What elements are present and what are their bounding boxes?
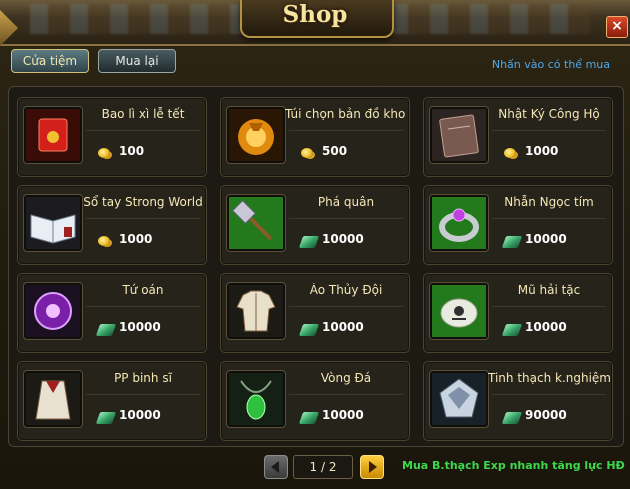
navy-coat-icon: [229, 285, 283, 337]
coin-icon: [98, 148, 110, 158]
item-icon-frame: [226, 194, 286, 252]
item-icon-frame: [23, 106, 83, 164]
shop-item-card[interactable]: Tứ oán 10000: [17, 273, 207, 353]
divider: [289, 394, 403, 395]
red-envelope-icon: [26, 109, 80, 161]
item-price: 500: [322, 144, 348, 158]
tab-shop[interactable]: Cửa tiệm: [11, 49, 89, 73]
item-price: 10000: [322, 320, 364, 334]
item-icon-frame: [226, 106, 286, 164]
item-icon-frame: [23, 194, 83, 252]
item-price: 10000: [322, 408, 364, 422]
jade-icon: [501, 236, 523, 248]
item-name: Nhật Ký Công Hộ: [498, 107, 600, 121]
jade-icon: [298, 412, 320, 424]
close-button[interactable]: ×: [606, 16, 628, 38]
divider: [86, 130, 200, 131]
item-name: Nhẫn Ngọc tím: [504, 195, 594, 209]
item-icon-frame: [429, 106, 489, 164]
item-price: 10000: [525, 232, 567, 246]
item-name: PP binh sĩ: [114, 371, 172, 385]
open-book-icon: [26, 197, 80, 249]
item-name: Áo Thủy Đội: [309, 283, 383, 297]
divider: [86, 306, 200, 307]
divider: [492, 130, 606, 131]
shop-item-card[interactable]: Mũ hải tặc 10000: [423, 273, 613, 353]
stone-necklace-icon: [229, 373, 283, 425]
purple-ring-icon: [432, 197, 486, 249]
item-price: 10000: [322, 232, 364, 246]
divider: [289, 306, 403, 307]
item-name: Tứ oán: [122, 283, 164, 297]
jade-icon: [298, 324, 320, 336]
next-page-button[interactable]: [360, 455, 384, 479]
item-name: Tinh thạch k.nghiệm: [488, 371, 610, 385]
divider: [492, 394, 606, 395]
jade-icon: [95, 412, 117, 424]
item-icon-frame: [226, 370, 286, 428]
previous-page-button[interactable]: [264, 455, 288, 479]
promo-link[interactable]: Mua B.thạch Exp nhanh tăng lực HĐ: [402, 459, 628, 472]
crystal-icon: [432, 373, 486, 425]
coin-icon: [301, 148, 313, 158]
divider: [289, 130, 403, 131]
jade-icon: [501, 412, 523, 424]
shop-item-card[interactable]: Nhật Ký Công Hộ 1000: [423, 97, 613, 177]
purple-orb-icon: [26, 285, 80, 337]
shop-item-card[interactable]: PP binh sĩ 10000: [17, 361, 207, 441]
hammer-icon: [229, 197, 283, 249]
divider: [492, 306, 606, 307]
item-price: 10000: [119, 320, 161, 334]
shop-item-card[interactable]: Túi chọn bản đồ kho báu 500: [220, 97, 410, 177]
item-icon-frame: [429, 370, 489, 428]
item-icon-frame: [429, 194, 489, 252]
shop-window: { "window": { "title": "Shop", "close_la…: [0, 0, 630, 489]
shop-item-card[interactable]: Phá quân 10000: [220, 185, 410, 265]
divider: [86, 218, 200, 219]
shop-item-card[interactable]: Áo Thủy Đội 10000: [220, 273, 410, 353]
item-name: Túi chọn bản đồ kho báu: [285, 107, 407, 121]
item-price: 10000: [525, 320, 567, 334]
divider: [86, 394, 200, 395]
item-icon-frame: [429, 282, 489, 340]
item-name: Phá quân: [317, 195, 375, 209]
coin-icon: [504, 148, 516, 158]
item-price: 1000: [119, 232, 153, 246]
item-icon-frame: [23, 370, 83, 428]
item-price: 100: [119, 144, 145, 158]
item-name: Sổ tay Strong World: [83, 195, 203, 209]
hint-text: Nhấn vào có thể mua: [491, 58, 610, 71]
item-icon-frame: [226, 282, 286, 340]
item-icon-frame: [23, 282, 83, 340]
treasure-bag-icon: [229, 109, 283, 161]
page-indicator: 1 / 2: [293, 455, 353, 479]
pirate-hat-icon: [432, 285, 486, 337]
item-name: Bao lì xì lễ tết: [101, 107, 185, 121]
item-price: 1000: [525, 144, 559, 158]
jade-icon: [501, 324, 523, 336]
shop-item-card[interactable]: Sổ tay Strong World 1000: [17, 185, 207, 265]
item-price: 10000: [119, 408, 161, 422]
shop-item-card[interactable]: Vòng Đá 10000: [220, 361, 410, 441]
journal-book-icon: [432, 109, 486, 161]
item-name: Vòng Đá: [320, 371, 372, 385]
tab-buy-back[interactable]: Mua lại: [98, 49, 176, 73]
shop-item-card[interactable]: Bao lì xì lễ tết 100: [17, 97, 207, 177]
jade-icon: [95, 324, 117, 336]
divider: [289, 218, 403, 219]
window-title: Shop: [282, 1, 348, 28]
divider: [492, 218, 606, 219]
jade-icon: [298, 236, 320, 248]
soldier-coat-icon: [26, 373, 80, 425]
item-price: 90000: [525, 408, 567, 422]
shop-item-card[interactable]: Nhẫn Ngọc tím 10000: [423, 185, 613, 265]
shop-item-card[interactable]: Tinh thạch k.nghiệm 90000: [423, 361, 613, 441]
coin-icon: [98, 236, 110, 246]
item-name: Mũ hải tặc: [517, 283, 581, 297]
